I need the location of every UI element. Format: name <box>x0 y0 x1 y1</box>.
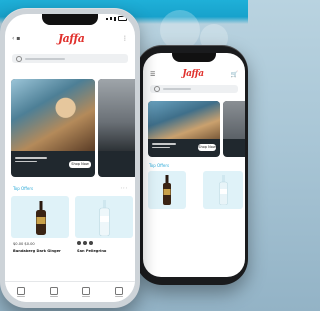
search-input[interactable] <box>12 54 128 63</box>
bottom-tab-bar <box>5 281 135 302</box>
water-bottle-image <box>99 200 110 236</box>
tab-categories[interactable] <box>49 286 58 298</box>
search-icon <box>154 86 160 92</box>
promo-photo <box>11 79 95 151</box>
tab-home[interactable] <box>17 286 26 298</box>
phone-mockup-back: ☰ Jaffa 🛒 Shop Now Top Offers <box>136 45 248 285</box>
app-header: ‹ ▪ Jaffa ⋮ <box>5 30 135 46</box>
back-icon[interactable]: ‹ ▪ <box>12 35 20 42</box>
search-placeholder <box>163 88 191 90</box>
beer-bottle-image <box>36 201 46 235</box>
menu-icon[interactable]: ☰ <box>150 71 155 78</box>
brand-logo: Jaffa <box>57 31 85 45</box>
promo-banner[interactable]: Shop Now <box>11 79 95 177</box>
search-input[interactable] <box>150 85 238 93</box>
promo-shop-button[interactable]: Shop Now <box>69 161 91 168</box>
quantity-indicator <box>83 241 87 245</box>
section-title: Top Offers <box>13 186 34 191</box>
tab-account[interactable] <box>114 286 123 298</box>
promo-banner[interactable] <box>98 79 135 177</box>
section-see-all[interactable]: › › › <box>121 186 127 190</box>
home-icon <box>17 286 26 295</box>
promo-photo <box>223 101 245 139</box>
phone-notch <box>42 14 98 25</box>
promo-photo <box>98 79 135 151</box>
promo-caption <box>152 143 178 150</box>
search-placeholder <box>25 57 65 60</box>
battery-icon <box>118 16 127 21</box>
product-price: $0.00 $0.00 <box>13 242 35 246</box>
account-icon <box>114 286 123 295</box>
product-card[interactable]: San Pellegrino <box>75 196 133 258</box>
tab-orders[interactable] <box>82 286 91 298</box>
cart-icon[interactable]: 🛒 <box>231 71 238 78</box>
orders-icon <box>82 286 91 295</box>
app-header: ☰ Jaffa 🛒 <box>143 67 245 81</box>
categories-icon <box>49 286 58 295</box>
phone-mockup-front: ‹ ▪ Jaffa ⋮ Shop Now Top Offers › › › $0… <box>0 8 140 308</box>
decrement-icon[interactable] <box>77 241 81 245</box>
search-icon <box>16 55 22 62</box>
promo-photo <box>148 101 220 139</box>
brand-logo: Jaffa <box>182 69 204 79</box>
promo-caption <box>15 157 49 164</box>
product-card[interactable] <box>203 171 243 211</box>
promo-banner[interactable] <box>223 101 245 157</box>
beer-bottle-image <box>163 175 171 205</box>
product-card[interactable]: $0.00 $0.00 Bundaberg Dark Ginger <box>11 196 69 258</box>
background-bokeh <box>160 10 200 50</box>
increment-icon[interactable] <box>89 241 93 245</box>
menu-icon[interactable]: ⋮ <box>122 35 128 42</box>
phone-notch <box>172 53 216 62</box>
water-bottle-image <box>219 175 228 205</box>
status-bar <box>106 16 127 21</box>
product-card[interactable] <box>148 171 186 211</box>
quantity-controls[interactable] <box>77 241 93 245</box>
app-screen: ‹ ▪ Jaffa ⋮ Shop Now Top Offers › › › $0… <box>5 14 135 302</box>
product-name: San Pellegrino <box>77 249 107 253</box>
section-title: Top Offers <box>149 163 170 168</box>
promo-banner[interactable]: Shop Now <box>148 101 220 157</box>
product-name: Bundaberg Dark Ginger <box>13 249 61 253</box>
promo-shop-button[interactable]: Shop Now <box>198 144 216 151</box>
app-screen: ☰ Jaffa 🛒 Shop Now Top Offers <box>143 53 245 277</box>
